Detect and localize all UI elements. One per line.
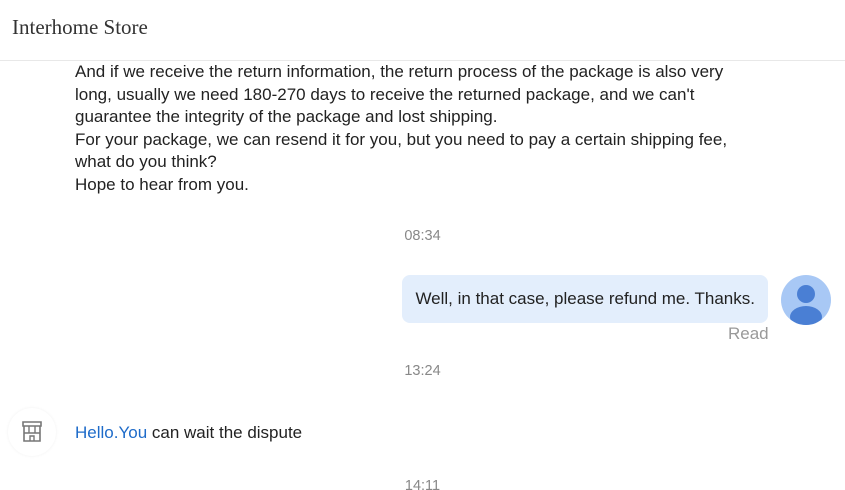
seller-message-long: And if we receive the return information… [75, 61, 755, 197]
seller-message-short: Hello.You can wait the dispute [75, 423, 302, 443]
message-line: For your package, we can resend it for y… [75, 129, 728, 149]
message-line: what do you think? [75, 152, 217, 172]
chat-header: Interhome Store [0, 0, 845, 61]
message-line: guarantee the integrity of the package a… [75, 107, 498, 127]
person-icon [790, 285, 822, 325]
message-line: long, usually we need 180-270 days to re… [75, 84, 695, 104]
user-avatar-icon[interactable] [781, 275, 831, 325]
message-text: can wait the dispute [147, 423, 303, 442]
user-message-bubble: Well, in that case, please refund me. Th… [402, 275, 768, 323]
message-timestamp: 13:24 [404, 363, 441, 379]
message-timestamp: 14:11 [404, 478, 441, 490]
message-line: Hope to hear from you. [75, 174, 249, 194]
read-status: Read [728, 324, 769, 343]
chat-messages-area[interactable]: And if we receive the return information… [0, 61, 845, 490]
message-line: And if we receive the return information… [75, 62, 724, 81]
store-avatar-icon[interactable] [8, 408, 56, 456]
store-icon [22, 421, 42, 442]
store-name-title: Interhome Store [12, 15, 148, 39]
message-link-text[interactable]: Hello.You [75, 423, 147, 442]
message-timestamp: 08:34 [404, 228, 441, 244]
